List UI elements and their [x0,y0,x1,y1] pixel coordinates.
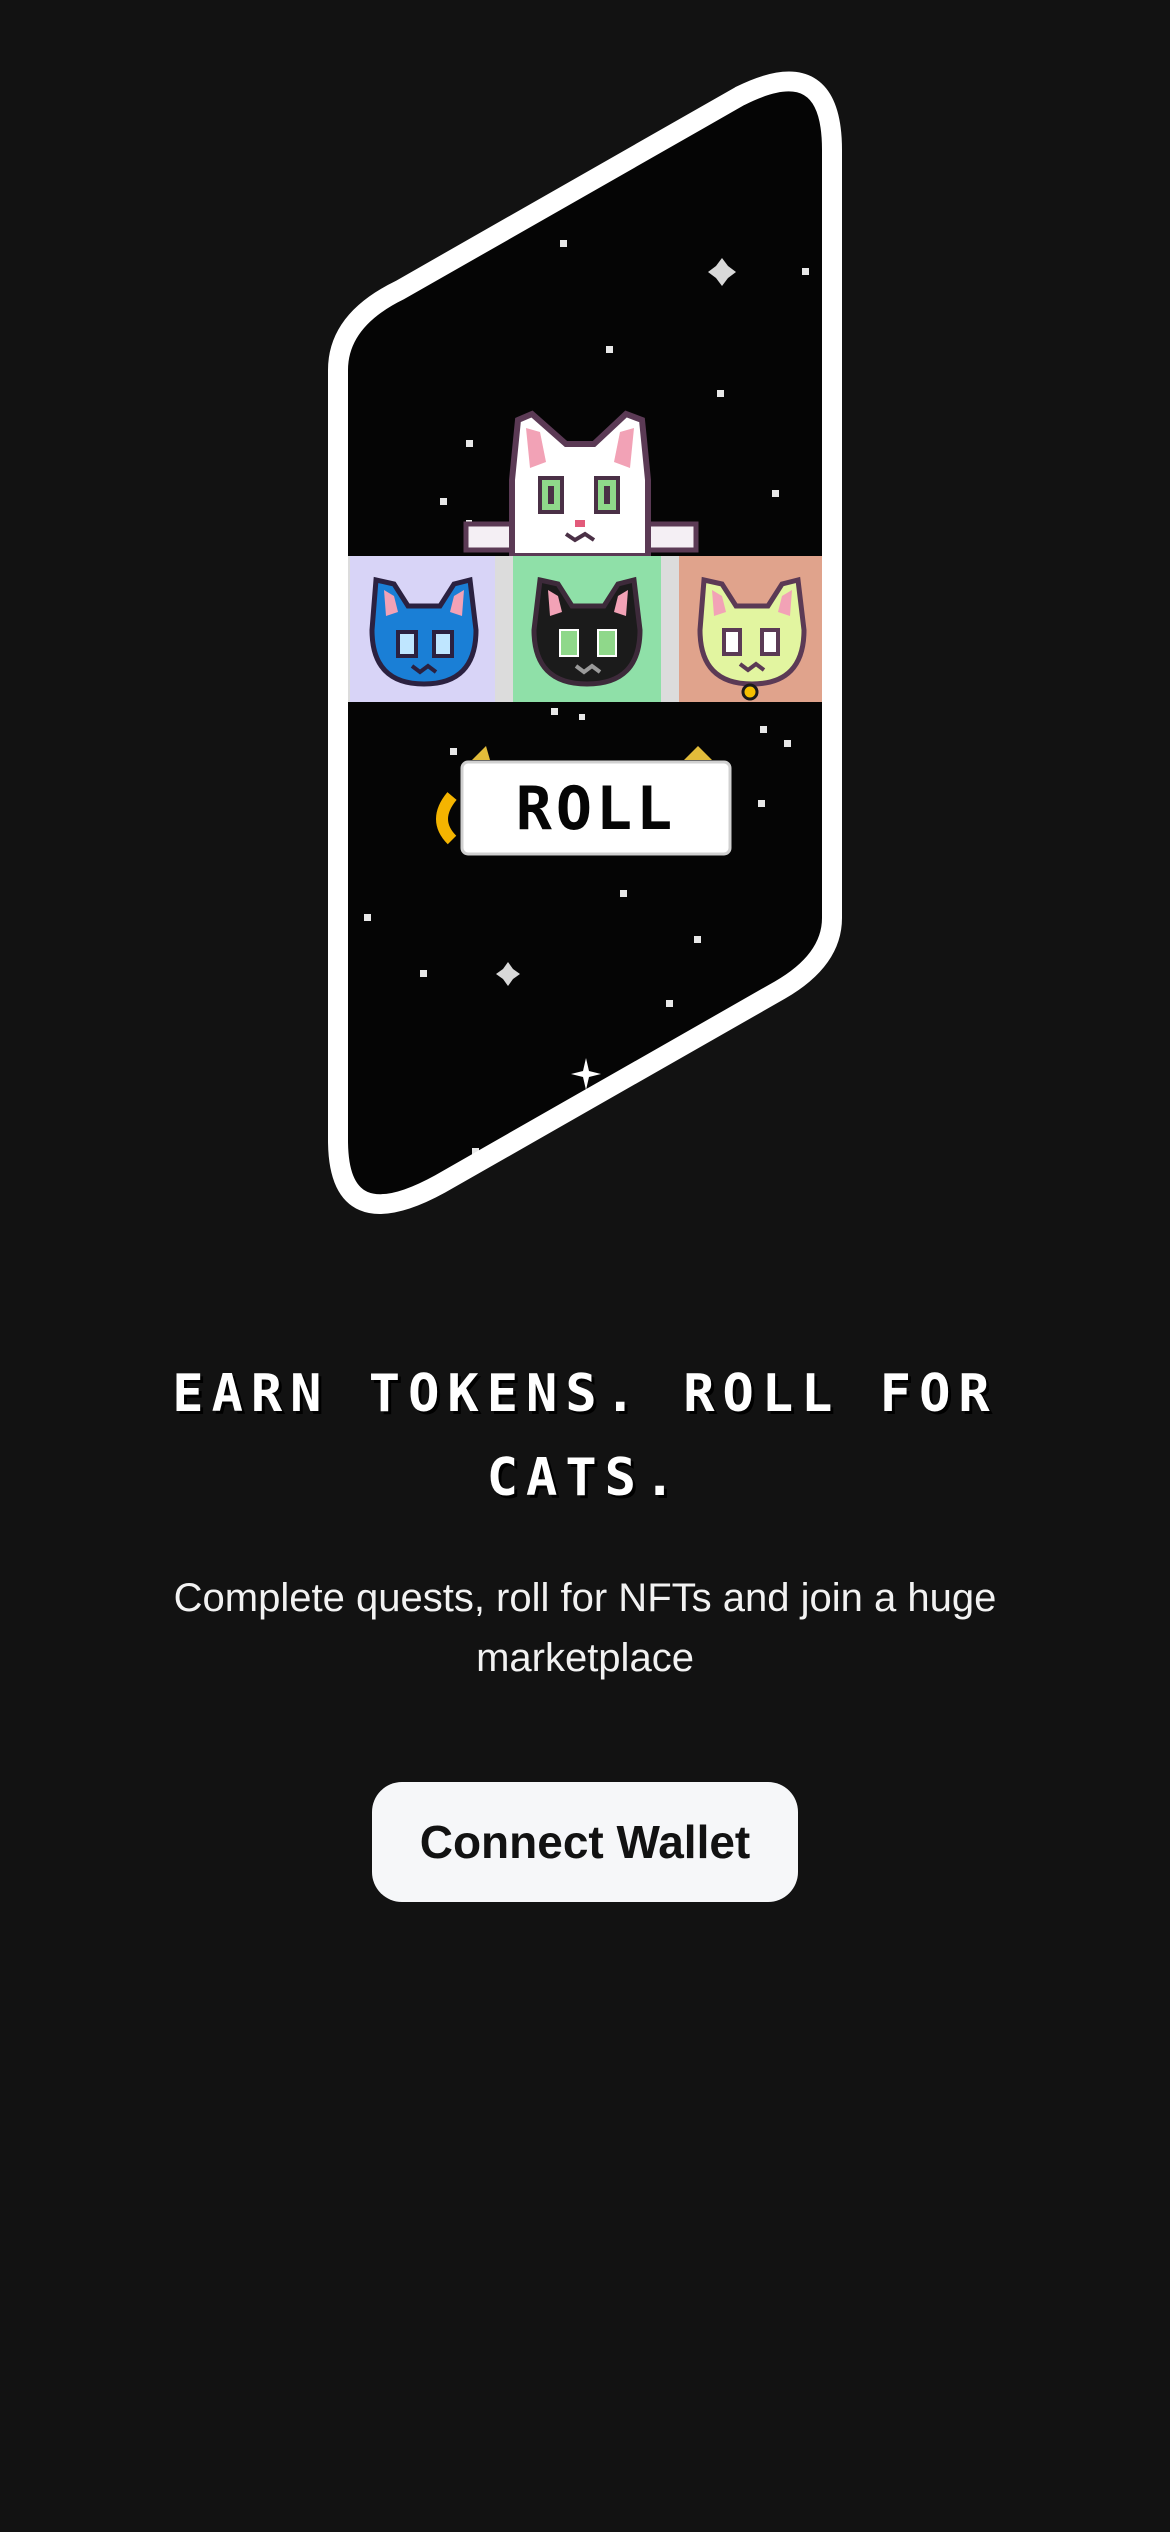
connect-wallet-button[interactable]: Connect Wallet [372,1782,798,1902]
hero-illustration: ROLL [0,0,1170,1260]
headline: Earn tokens. Roll for cats. [172,1364,998,1508]
subtitle: Complete quests, roll for NFTs and join … [173,1576,997,1680]
cat-reel [338,556,832,702]
roll-button-label: ROLL [516,774,677,844]
roll-button[interactable]: ROLL [460,746,732,856]
slot-machine-art: ROLL [328,71,842,1215]
